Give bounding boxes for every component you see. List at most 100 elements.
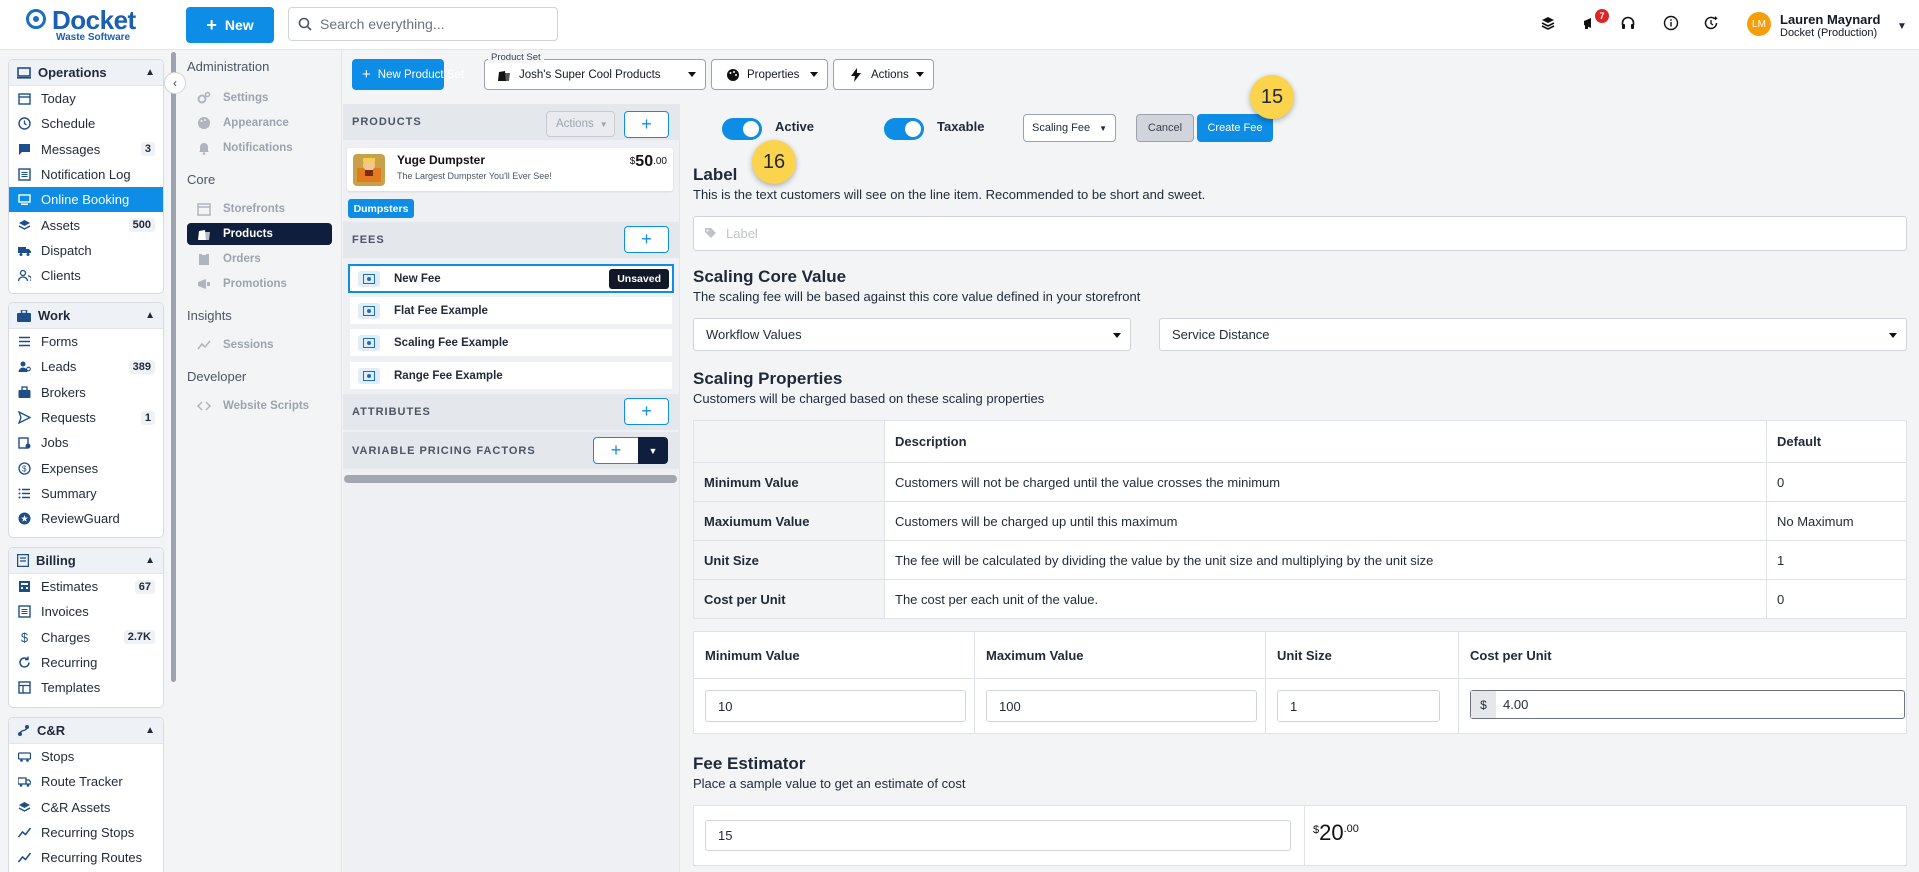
- nav-item-stops[interactable]: Stops: [9, 744, 163, 769]
- nav-item-notification-log[interactable]: Notification Log: [9, 162, 163, 187]
- caret-down-icon: [688, 72, 696, 77]
- nav-item-estimates[interactable]: Estimates 67: [9, 574, 163, 599]
- user-name[interactable]: Lauren Maynard: [1780, 12, 1880, 27]
- product-set-label: Product Set: [488, 52, 544, 63]
- nav-group-operations: Operations ▲ Today Schedule Messages 3 No…: [8, 59, 164, 294]
- nav-item-recurring-stops[interactable]: Recurring Stops: [9, 820, 163, 845]
- max-value-input[interactable]: 100: [986, 690, 1257, 722]
- nav-item-label: Forms: [41, 334, 78, 350]
- fee-item-range-fee-example[interactable]: Range Fee Example: [350, 362, 672, 389]
- subnav-notifications[interactable]: Notifications: [187, 137, 332, 159]
- add-product-button[interactable]: +: [624, 111, 669, 138]
- nav-item-forms[interactable]: Forms: [9, 329, 163, 354]
- create-fee-button[interactable]: Create Fee: [1197, 114, 1273, 142]
- estimator-sample-input[interactable]: 15: [705, 820, 1291, 851]
- nav-item-reviewguard[interactable]: ReviewGuard: [9, 506, 163, 531]
- app-tagline: Waste Software: [56, 32, 131, 43]
- add-attribute-button[interactable]: +: [624, 398, 669, 425]
- nav-group-header[interactable]: Billing ▲: [9, 548, 163, 574]
- add-pricing-factor-button[interactable]: +: [593, 437, 639, 464]
- section-insights: Insights: [187, 308, 232, 323]
- label-input[interactable]: Label: [693, 216, 1907, 251]
- nav-item-dispatch[interactable]: Dispatch: [9, 238, 163, 263]
- panel-horizontal-scrollbar[interactable]: [344, 475, 677, 483]
- core-value-select-workflow[interactable]: Workflow Values: [693, 318, 1131, 351]
- nav-item-assets[interactable]: Assets 500: [9, 212, 163, 237]
- category-tag-dumpsters[interactable]: Dumpsters: [348, 199, 414, 218]
- nav-item-summary[interactable]: Summary: [9, 481, 163, 506]
- fee-item-scaling-fee-example[interactable]: Scaling Fee Example: [350, 329, 672, 356]
- new-product-set-button[interactable]: + New Product Set: [352, 59, 464, 90]
- product-set-select[interactable]: Josh's Super Cool Products: [484, 59, 706, 90]
- search-icon: [298, 17, 312, 31]
- nav-item-jobs[interactable]: Jobs: [9, 430, 163, 455]
- nav-item-charges[interactable]: $ Charges 2.7K: [9, 625, 163, 650]
- nav-item-invoices[interactable]: Invoices: [9, 599, 163, 624]
- core-value-select-distance[interactable]: Service Distance: [1159, 318, 1907, 351]
- nav-item-leads[interactable]: Leads 389: [9, 354, 163, 379]
- history-add-icon[interactable]: [1703, 15, 1721, 33]
- properties-dropdown[interactable]: Properties: [711, 59, 828, 90]
- subnav-settings[interactable]: Settings: [187, 87, 332, 109]
- nav-item-schedule[interactable]: Schedule: [9, 111, 163, 136]
- actions-dropdown[interactable]: Actions: [833, 59, 934, 90]
- pricing-factor-dropdown-button[interactable]: ▼: [638, 437, 668, 464]
- fee-item-flat-fee-example[interactable]: Flat Fee Example: [350, 297, 672, 324]
- nav-item-route-tracker[interactable]: Route Tracker: [9, 769, 163, 794]
- nav-scrollbar[interactable]: [171, 52, 176, 682]
- global-search[interactable]: Search everything...: [288, 7, 558, 41]
- subnav-products[interactable]: Products: [187, 223, 332, 245]
- plus-icon: +: [641, 229, 652, 249]
- new-button[interactable]: + New: [186, 7, 274, 43]
- user-menu-chevron-icon[interactable]: ▼: [1897, 21, 1907, 32]
- add-fee-button[interactable]: +: [624, 226, 669, 253]
- cost-per-unit-input[interactable]: $ 4.00: [1470, 690, 1905, 719]
- nav-item-clients[interactable]: Clients: [9, 263, 163, 288]
- nav-item-label: Summary: [41, 485, 97, 501]
- storefront-icon: [197, 202, 211, 216]
- nav-item-recurring-routes[interactable]: Recurring Routes: [9, 845, 163, 870]
- search-input[interactable]: Search everything...: [320, 16, 445, 32]
- nav-group-header[interactable]: C&R ▲: [9, 718, 163, 744]
- subnav-appearance[interactable]: Appearance: [187, 112, 332, 134]
- unit-size-value: 1: [1290, 698, 1298, 714]
- nav-item-cr-assets[interactable]: C&R Assets: [9, 795, 163, 820]
- info-icon[interactable]: [1663, 15, 1681, 33]
- fee-type-select[interactable]: Scaling Fee ▼: [1023, 114, 1116, 142]
- fee-item-new-fee[interactable]: New Fee Unsaved: [348, 264, 674, 293]
- nav-item-label: Stops: [41, 749, 75, 765]
- section-developer: Developer: [187, 369, 247, 384]
- subnav-orders[interactable]: Orders: [187, 248, 332, 270]
- layers-icon[interactable]: [1540, 15, 1558, 33]
- nav-item-expenses[interactable]: $ Expenses: [9, 455, 163, 480]
- subnav-sessions[interactable]: Sessions: [187, 334, 332, 356]
- subnav-storefronts[interactable]: Storefronts: [187, 198, 332, 220]
- user-avatar[interactable]: LM: [1747, 12, 1771, 36]
- estimate-main: 20: [1319, 820, 1344, 845]
- nav-item-online-booking[interactable]: Online Booking: [9, 187, 163, 213]
- user-org[interactable]: Docket (Production): [1780, 27, 1877, 39]
- product-card-yuge-dumpster[interactable]: Yuge Dumpster The Largest Dumpster You'l…: [347, 148, 673, 191]
- nav-group-header[interactable]: Operations ▲: [9, 60, 163, 86]
- unit-size-input[interactable]: 1: [1277, 690, 1440, 722]
- docket-logo[interactable]: Docket Waste Software: [26, 5, 136, 44]
- nav-item-recurring[interactable]: Recurring: [9, 650, 163, 675]
- min-value-input[interactable]: 10: [705, 690, 966, 722]
- nav-item-templates[interactable]: Templates: [9, 675, 163, 700]
- nav-item-requests[interactable]: Requests 1: [9, 405, 163, 430]
- collapse-sidebar-button[interactable]: ‹: [164, 72, 186, 94]
- cancel-button[interactable]: Cancel: [1136, 114, 1194, 142]
- unit-size-label: Unit Size: [1277, 648, 1332, 663]
- taxable-toggle[interactable]: [884, 118, 924, 140]
- active-toggle[interactable]: [722, 118, 762, 140]
- nav-item-brokers[interactable]: Brokers: [9, 380, 163, 405]
- bolt-icon: [850, 67, 862, 82]
- headset-icon[interactable]: [1620, 15, 1638, 33]
- nav-item-today[interactable]: Today: [9, 86, 163, 111]
- nav-item-messages[interactable]: Messages 3: [9, 137, 163, 162]
- products-actions-button[interactable]: Actions ▼: [546, 111, 615, 137]
- nav-group-header[interactable]: Work ▲: [9, 303, 163, 329]
- plus-icon: +: [641, 401, 652, 421]
- subnav-promotions[interactable]: Promotions: [187, 273, 332, 295]
- subnav-website-scripts[interactable]: Website Scripts: [187, 395, 332, 417]
